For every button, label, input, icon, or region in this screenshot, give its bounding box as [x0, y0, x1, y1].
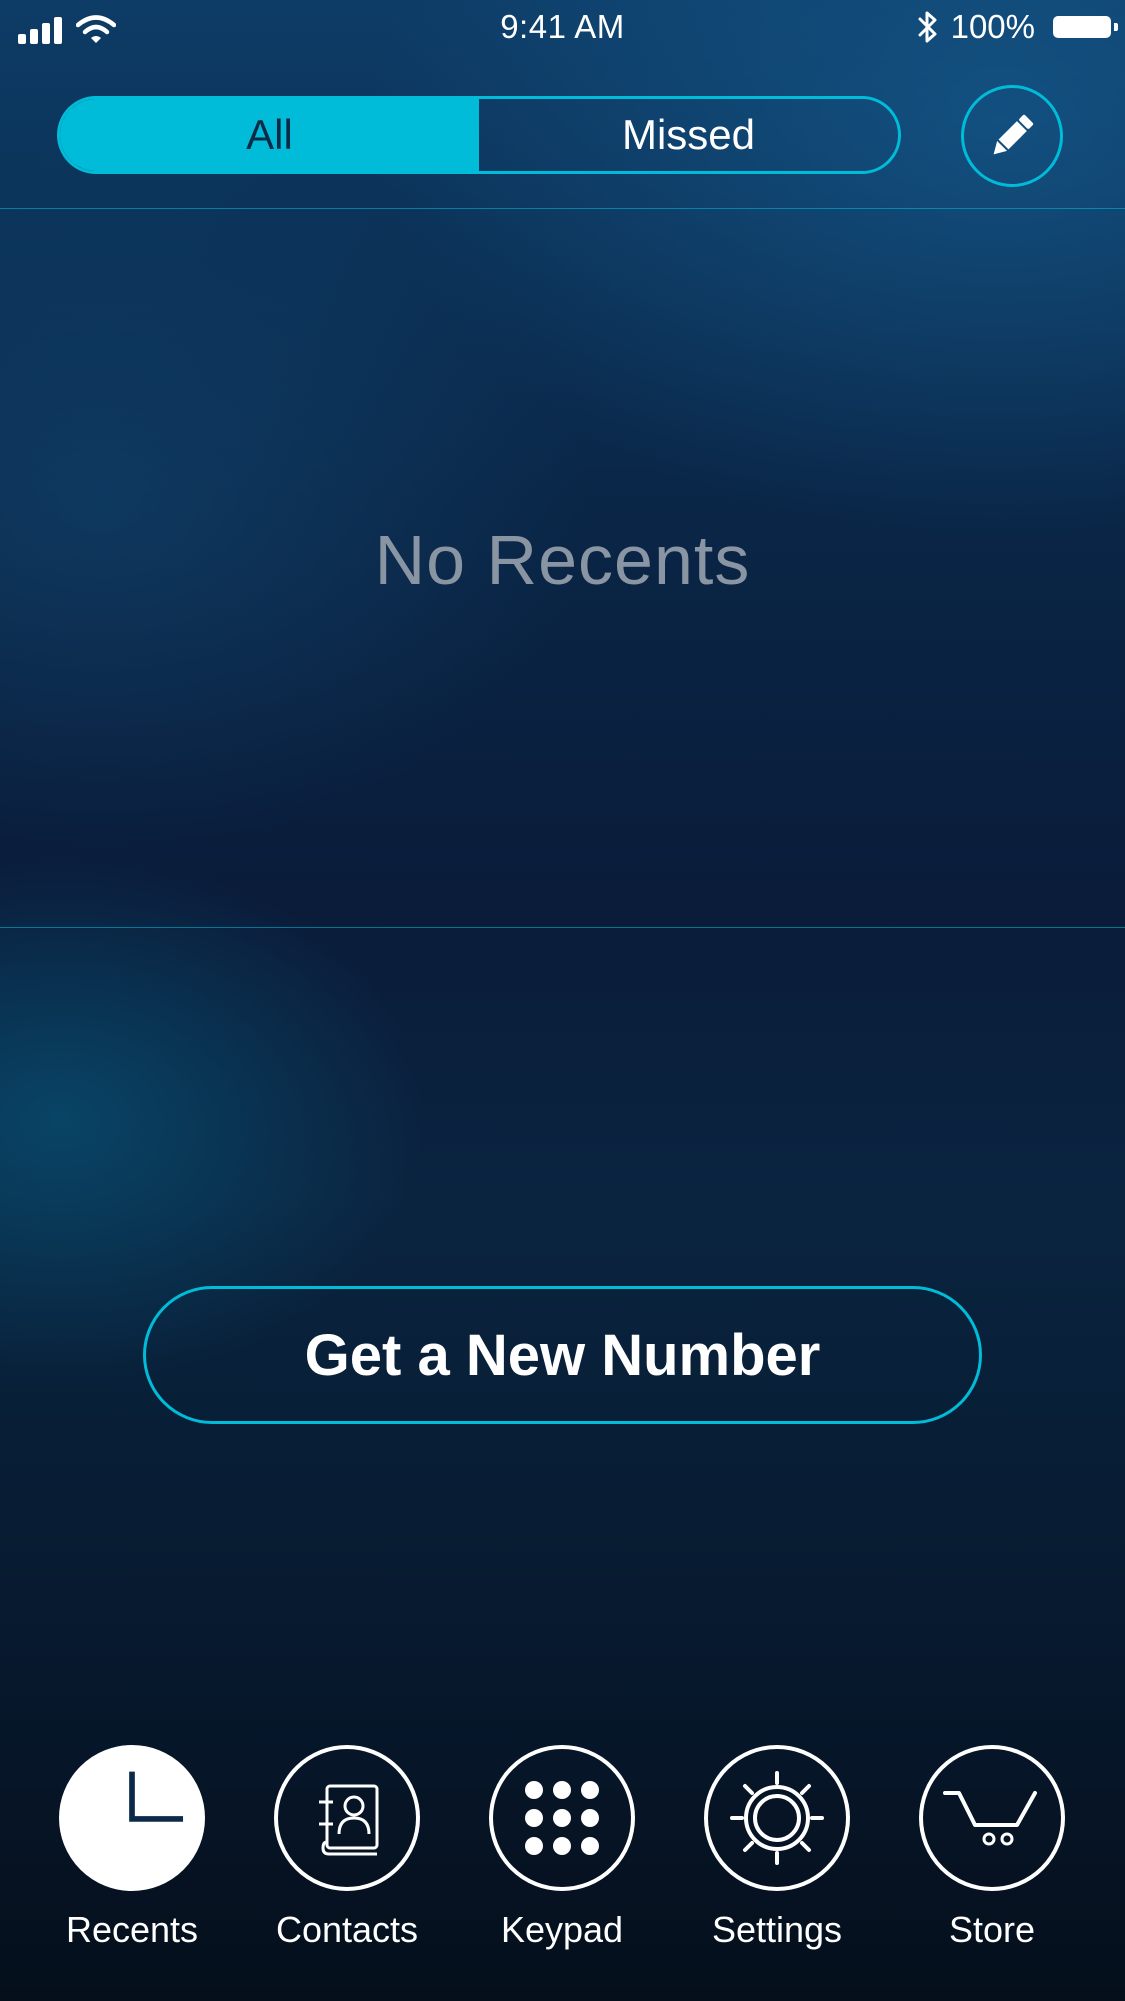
tab-contacts-label: Contacts — [275, 1909, 419, 1950]
battery-percent: 100% — [950, 8, 1035, 45]
middle-divider — [0, 927, 1125, 928]
tab-recents[interactable]: Recents — [32, 1745, 232, 1951]
get-new-number-button[interactable]: Get a New Number — [143, 1286, 982, 1424]
pencil-icon — [993, 114, 1034, 155]
filter-segmented-control: All Missed — [57, 96, 901, 174]
gear-icon — [704, 1745, 850, 1891]
contacts-book-icon — [274, 1745, 420, 1891]
tab-keypad-label: Keypad — [500, 1909, 624, 1950]
status-bar: 9:41 AM 100% — [0, 0, 1125, 58]
tab-store-label: Store — [948, 1909, 1036, 1950]
edit-button[interactable] — [961, 85, 1063, 187]
tab-recents-label: Recents — [65, 1909, 199, 1950]
tab-settings-label: Settings — [711, 1909, 843, 1950]
segment-missed[interactable]: Missed — [479, 99, 898, 171]
top-divider — [0, 208, 1125, 209]
tab-settings[interactable]: Settings — [677, 1745, 877, 1951]
tab-keypad[interactable]: Keypad — [462, 1745, 662, 1951]
battery-icon — [1053, 16, 1118, 38]
tab-contacts[interactable]: Contacts — [247, 1745, 447, 1951]
segment-all[interactable]: All — [60, 99, 479, 171]
status-right: 100% — [917, 8, 1118, 46]
cart-icon — [919, 1745, 1065, 1891]
bluetooth-icon — [918, 11, 937, 43]
tab-bar: Recents Contacts Keypad Settings Store — [0, 1745, 1125, 1965]
tab-store[interactable]: Store — [892, 1745, 1092, 1951]
clock-icon — [59, 1745, 205, 1891]
empty-state-message: No Recents — [374, 521, 751, 599]
keypad-icon — [489, 1745, 635, 1891]
